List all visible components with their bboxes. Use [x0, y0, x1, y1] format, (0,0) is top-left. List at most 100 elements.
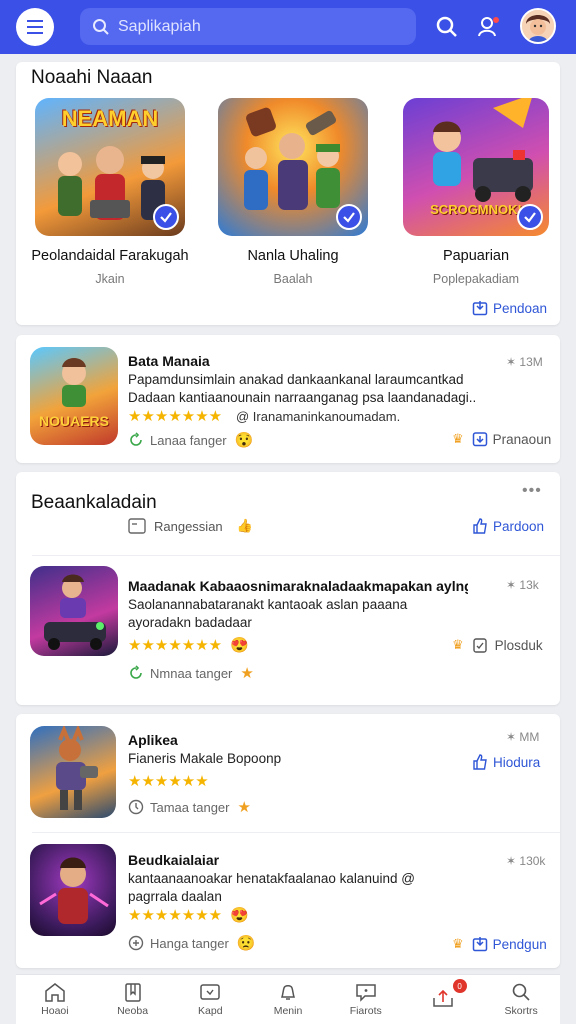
meta-text: Nmnaa tanger — [150, 665, 233, 681]
clock-icon — [128, 799, 144, 815]
rating-stars: ★★★★★★★ — [128, 408, 223, 425]
app-icon[interactable]: NOUAERS — [30, 347, 118, 445]
emoji-icon: 😯 — [234, 432, 254, 449]
bookmark-icon — [124, 983, 141, 1002]
home-icon — [45, 983, 65, 1002]
bell-icon — [280, 985, 296, 1000]
download-button[interactable]: ♛ Pendgun — [452, 936, 547, 952]
button-label: Pardoon — [493, 518, 545, 534]
nav-item-bookmarks[interactable]: Neoba — [94, 975, 172, 1024]
add-circle-icon — [128, 935, 144, 951]
app-description: Fianeris Makale Bopoonp — [128, 751, 282, 766]
app-icon[interactable] — [30, 726, 116, 818]
divider — [32, 555, 560, 556]
app-list-card: NOUAERS Bata Manaia Papamdunsimlain anak… — [16, 335, 560, 463]
download-button[interactable]: Hiodura — [472, 754, 540, 770]
list-icon — [128, 518, 146, 534]
button-label: Pendgun — [492, 936, 547, 952]
app-title[interactable]: Beudkaialaiar — [128, 852, 219, 868]
app-list-card: Aplikea Fianeris Makale Bopoonp ★★★★★★ T… — [16, 714, 560, 968]
download-icon — [472, 937, 487, 952]
verified-check-icon — [517, 204, 543, 230]
rating-stars: ★★★★★★★ 😍 — [128, 637, 249, 654]
app-icon[interactable] — [30, 844, 116, 936]
search-bar[interactable] — [80, 8, 416, 45]
nav-label: Menin — [273, 1005, 303, 1017]
app-thumbnail[interactable] — [218, 98, 368, 236]
verified-check-icon — [153, 204, 179, 230]
featured-section: Noaahi Naaan NEAMAN Peolandaidal Farakug… — [16, 62, 560, 325]
button-label: Pranaoun — [492, 431, 552, 447]
more-options-button[interactable]: ••• — [522, 482, 542, 500]
app-meta: Hanga tanger 😟 — [128, 934, 255, 952]
crown-icon: ♛ — [452, 431, 464, 446]
star-icon: ★ — [240, 665, 254, 682]
install-button[interactable]: ♛ Pranaoun — [452, 431, 551, 447]
app-title[interactable]: Maadanak Kabaaosnimaraknaladaakmapakan a… — [128, 578, 468, 594]
download-button[interactable]: Pardoon — [472, 518, 544, 534]
crown-icon: ♛ — [452, 936, 464, 951]
nav-item-home[interactable]: Hoaoi — [16, 975, 94, 1024]
nav-label: Kapd — [198, 1005, 223, 1017]
featured-app-card[interactable]: NEAMAN Peolandaidal Farakugah Jkain — [30, 98, 190, 286]
chat-icon — [355, 984, 376, 1002]
app-size: ✶ 130k — [506, 854, 546, 868]
upload-icon — [433, 989, 454, 1007]
thumbs-up-icon — [473, 754, 487, 770]
app-meta: Tamaa tanger ★ — [128, 798, 251, 816]
nav-item-uploads[interactable]: 0 — [405, 975, 483, 1024]
download-icon — [472, 432, 487, 447]
nav-label: Hoaoi — [41, 1005, 69, 1017]
nav-item-search[interactable]: Skortrs — [482, 975, 560, 1024]
search-icon — [93, 18, 109, 35]
search-icon — [512, 983, 530, 1001]
nav-item-cards[interactable]: Kapd — [171, 975, 249, 1024]
button-label: Pendoan — [493, 300, 548, 316]
section-title: Noaahi Naaan — [31, 67, 153, 88]
featured-app-card[interactable]: SCROGMNOK! Papuarian Poplepakadiam — [396, 98, 556, 286]
thumb-icon: 👍 — [236, 518, 253, 533]
nav-label: Fiarots — [349, 1005, 382, 1017]
app-title[interactable]: Bata Manaia — [128, 353, 210, 369]
search-button[interactable] — [432, 12, 462, 42]
app-description: Papamdunsimlain anakad dankaankanal lara… — [128, 372, 477, 405]
app-title[interactable]: Aplikea — [128, 732, 178, 748]
notification-badge: 0 — [452, 979, 467, 993]
search-input[interactable] — [118, 17, 398, 36]
icon-logo-text: NOUAERS — [38, 413, 109, 429]
app-description: kantaanaanoakar henatakfaalanao kalanuin… — [128, 871, 415, 904]
app-thumbnail[interactable]: NEAMAN — [35, 98, 185, 236]
verified-check-icon — [336, 204, 362, 230]
nav-label: Skortrs — [504, 1005, 538, 1017]
app-name: Nanla Uhaling — [247, 248, 339, 264]
refresh-icon — [130, 665, 142, 679]
tag-label: Rangessian — [154, 518, 223, 534]
meta-text: Tamaa tanger — [150, 799, 230, 815]
card-icon — [200, 984, 221, 1000]
user-icon — [478, 17, 499, 37]
thumbs-up-icon — [473, 518, 487, 534]
install-button[interactable]: ♛ Plosduk — [452, 637, 543, 653]
app-icon[interactable] — [30, 566, 118, 656]
avatar[interactable] — [520, 8, 556, 44]
app-description: Saolanannabataranakt kantaoak aslan paaa… — [128, 597, 408, 630]
profile-button[interactable] — [474, 12, 504, 42]
menu-button[interactable] — [16, 8, 54, 46]
download-button[interactable]: Pendoan — [472, 300, 547, 316]
nav-item-chats[interactable]: Fiarots — [327, 975, 405, 1024]
featured-app-card[interactable]: Nanla Uhaling Baalah — [213, 98, 373, 286]
rating-stars: ★★★★★★★ 😍 — [128, 907, 249, 924]
hamburger-icon — [27, 18, 43, 36]
top-app-bar — [0, 0, 576, 54]
app-name: Peolandaidal Farakugah — [31, 248, 189, 264]
button-label: Hiodura — [493, 754, 541, 770]
category-tag[interactable]: Rangessian 👍 — [128, 518, 253, 534]
download-icon — [472, 301, 488, 316]
rating-stars: ★★★★★★ — [128, 773, 209, 790]
thumbnail-logo-text: NEAMAN — [61, 106, 159, 131]
bottom-navigation: Hoaoi Neoba Kapd Menin Fiarots 0 Skortrs — [16, 974, 560, 1024]
app-subtitle: Poplepakadiam — [432, 272, 520, 286]
nav-item-notifications[interactable]: Menin — [249, 975, 327, 1024]
app-name: Papuarian — [442, 248, 510, 264]
app-thumbnail[interactable]: SCROGMNOK! — [403, 98, 549, 236]
